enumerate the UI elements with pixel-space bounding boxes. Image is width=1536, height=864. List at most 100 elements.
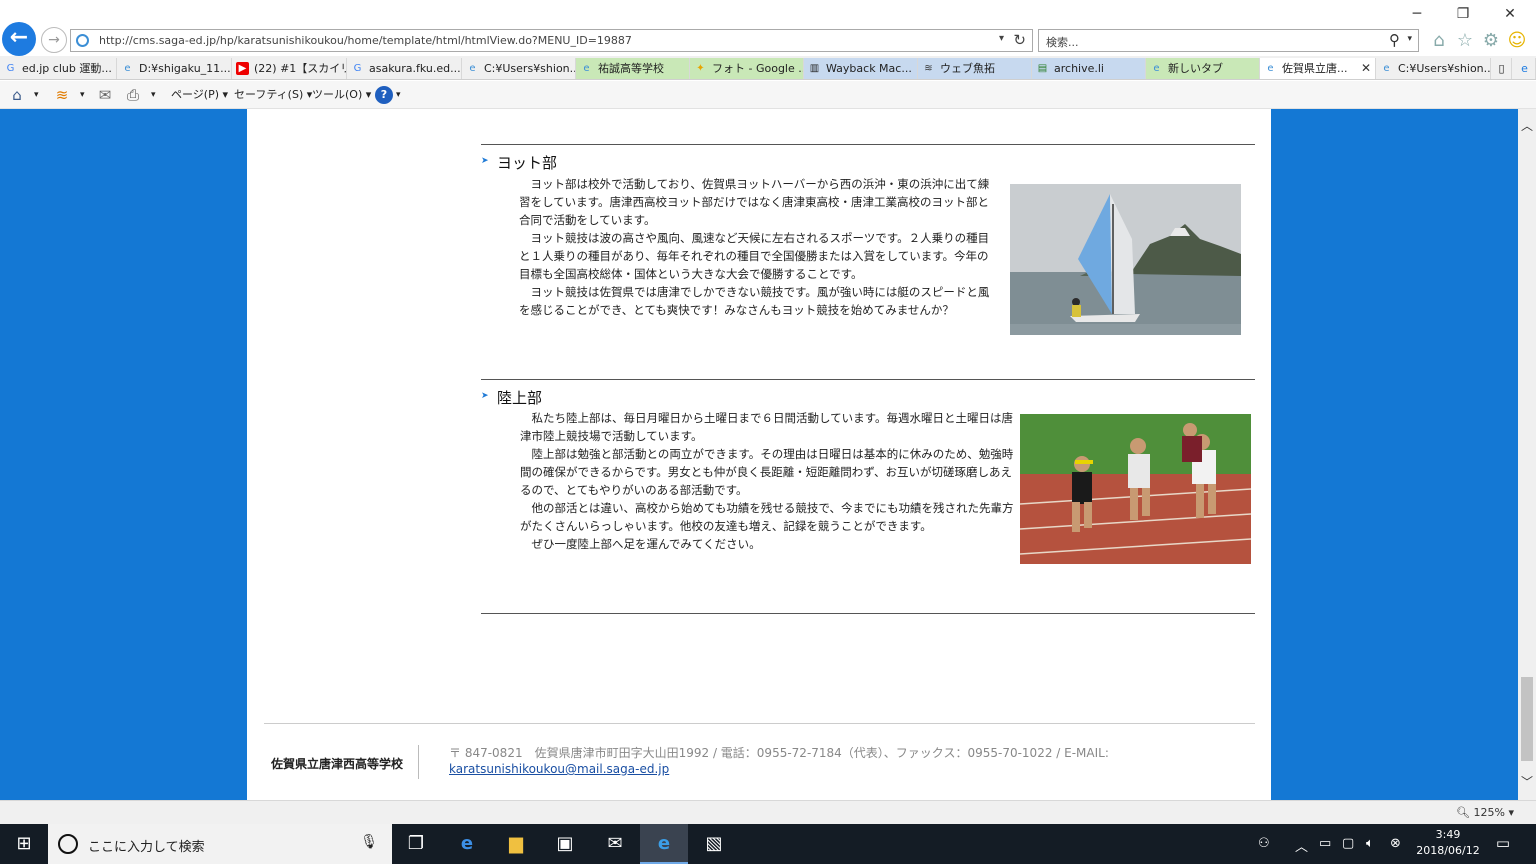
- home-icon[interactable]: ⌂: [7, 86, 27, 104]
- volume-icon[interactable]: 🔈︎: [1366, 836, 1374, 851]
- scroll-down-icon[interactable]: ﹀: [1518, 773, 1536, 791]
- help-dropdown-icon[interactable]: ▾: [396, 86, 401, 104]
- taskbar-search-input[interactable]: ここに入力して検索: [88, 836, 205, 855]
- section-divider: [481, 379, 1255, 380]
- section-title-yacht: ヨット部: [497, 154, 558, 172]
- tab[interactable]: e 祐誠高等学校: [576, 58, 690, 79]
- feed-dropdown-icon[interactable]: ▾: [80, 86, 85, 104]
- taskbar: ⊞ ここに入力して検索 🎙︎ ❐ e ▆ ▣ ✉ e ▧ ⚇ ︿ ▭ ▢ 🔈︎ …: [0, 824, 1536, 864]
- mail-icon[interactable]: ✉: [591, 824, 639, 864]
- edge-icon[interactable]: e: [443, 824, 491, 864]
- tab[interactable]: e 新しいタブ: [1146, 58, 1260, 79]
- ie-icon: e: [1267, 63, 1274, 74]
- action-center-icon[interactable]: ▭: [1492, 834, 1514, 854]
- rss-feed-icon[interactable]: ≋: [52, 86, 72, 104]
- paragraph: 私たち陸上部は、毎日月曜日から土曜日まで６日間活動しています。毎週水曜日と土曜日…: [520, 411, 1013, 443]
- task-view-icon[interactable]: ❐: [392, 824, 440, 864]
- photos-icon[interactable]: ▧: [690, 824, 738, 864]
- paragraph: ぜひ一度陸上部へ足を運んでみてください。: [520, 537, 761, 551]
- favorites-star-icon[interactable]: ☆: [1454, 30, 1476, 52]
- print-icon[interactable]: ⎙: [123, 86, 143, 104]
- yacht-text: ヨット部は校外で活動しており、佐賀県ヨットハーバーから西の浜沖・東の浜沖に出て練…: [519, 175, 991, 319]
- file-explorer-icon[interactable]: ▆: [492, 824, 540, 864]
- paragraph: ヨット競技は波の高さや風向、風速など天候に左右されるスポーツです。２人乗りの種目…: [519, 231, 990, 281]
- zoom-level[interactable]: 🔍︎ 125% ▾: [1456, 806, 1514, 819]
- page-menu[interactable]: ページ(P) ▾: [171, 86, 228, 104]
- footer-divider: [264, 723, 1255, 724]
- page-menu-label: ページ(P): [171, 88, 219, 101]
- home-icon[interactable]: ⌂: [1428, 30, 1450, 52]
- network-icon[interactable]: ▢: [1342, 836, 1354, 851]
- gyotaku-icon: ≋: [924, 63, 933, 74]
- print-dropdown-icon[interactable]: ▾: [151, 86, 156, 104]
- address-bar[interactable]: http://cms.saga-ed.jp/hp/karatsunishikou…: [70, 29, 1033, 52]
- tab[interactable]: Ged.jp club 運動...: [0, 58, 117, 79]
- scroll-thumb[interactable]: [1521, 677, 1533, 761]
- paragraph: 他の部活とは違い、高校から始めても功績を残せる競技で、今までにも功績を残された先…: [520, 501, 1014, 533]
- ime-off-icon[interactable]: ⊗: [1390, 836, 1401, 851]
- close-tab-icon[interactable]: ✕: [1361, 58, 1371, 79]
- tab[interactable]: ≋ ウェブ魚拓: [918, 58, 1032, 79]
- tab[interactable]: ▤ archive.li: [1032, 58, 1146, 79]
- tab-label: C:¥Users¥shion...: [484, 62, 576, 75]
- footer-email-link[interactable]: karatsunishikoukou@mail.saga-ed.jp: [449, 762, 669, 776]
- settings-gear-icon[interactable]: ⚙: [1480, 30, 1502, 52]
- footer-address: 〒 847-0821 佐賀県唐津市町田字大山田1992 / 電話：0955-72…: [449, 746, 1109, 760]
- safety-menu[interactable]: セーフティ(S) ▾: [234, 86, 312, 104]
- microphone-icon[interactable]: 🎙︎: [360, 834, 378, 850]
- restore-button[interactable]: ❐: [1443, 4, 1483, 24]
- ie-icon: e: [1153, 63, 1160, 74]
- tab-label: 祐誠高等学校: [598, 62, 664, 75]
- search-input[interactable]: 検索...: [1046, 34, 1079, 50]
- tab-label: ed.jp club 運動...: [22, 62, 112, 75]
- footer-school-name: 佐賀県立唐津西高等学校: [271, 757, 404, 771]
- help-icon[interactable]: ?: [375, 86, 393, 104]
- vertical-scrollbar[interactable]: ︿ ﹀: [1518, 109, 1536, 800]
- internet-explorer-icon[interactable]: e: [640, 824, 688, 864]
- safety-menu-label: セーフティ(S): [234, 88, 304, 101]
- minimize-button[interactable]: ─: [1397, 4, 1437, 24]
- ie-icon: e: [124, 63, 131, 74]
- search-box[interactable]: 検索... ⚲ ▾: [1038, 29, 1419, 52]
- search-icon[interactable]: ⚲: [1389, 31, 1400, 49]
- tab-strip: Ged.jp club 運動... e D:¥shigaku_11... ▶ (22…: [0, 56, 1536, 80]
- archive-icon: ▤: [1037, 63, 1048, 74]
- tab[interactable]: e C:¥Users¥shion...: [1376, 58, 1491, 79]
- tab[interactable]: ✦ フォト - Google ...: [690, 58, 804, 79]
- tab[interactable]: ▶ (22) #1【スカイリ...: [232, 58, 347, 79]
- battery-icon[interactable]: ▭: [1319, 836, 1331, 851]
- close-window-button[interactable]: ✕: [1490, 4, 1530, 24]
- taskbar-search[interactable]: ここに入力して検索 🎙︎: [48, 824, 392, 864]
- tab-active[interactable]: e 佐賀県立唐... ✕: [1260, 58, 1376, 79]
- url-text[interactable]: http://cms.saga-ed.jp/hp/karatsunishikou…: [99, 34, 632, 47]
- people-icon[interactable]: ⚇: [1258, 836, 1270, 851]
- status-bar: 🔍︎ 125% ▾: [0, 800, 1536, 824]
- wayback-icon: ▥: [809, 63, 820, 74]
- windows-start-icon[interactable]: ⊞: [0, 824, 48, 864]
- cortana-icon: [58, 834, 78, 854]
- search-dropdown-icon[interactable]: ▾: [1407, 34, 1412, 44]
- address-dropdown-icon[interactable]: ▾: [999, 33, 1004, 44]
- bullet-arrow-icon: ➤: [481, 156, 489, 166]
- back-button[interactable]: ←: [2, 22, 36, 56]
- new-tab-button[interactable]: ▯: [1492, 58, 1512, 79]
- google-photos-icon: ✦: [696, 63, 705, 74]
- home-dropdown-icon[interactable]: ▾: [34, 86, 39, 104]
- refresh-icon[interactable]: ↻: [1013, 31, 1026, 49]
- forward-button[interactable]: →: [41, 27, 67, 53]
- feedback-smiley-icon[interactable]: ☺: [1506, 30, 1528, 52]
- tab-list-icon[interactable]: e: [1514, 58, 1536, 79]
- section-divider: [481, 144, 1255, 145]
- read-mail-icon[interactable]: ✉: [95, 86, 115, 104]
- tab[interactable]: e C:¥Users¥shion...: [462, 58, 576, 79]
- store-icon[interactable]: ▣: [541, 824, 589, 864]
- paragraph: ヨット競技は佐賀県では唐津でしかできない競技です。風が強い時には艇のスピードと風…: [519, 285, 990, 317]
- tab[interactable]: e D:¥shigaku_11...: [117, 58, 232, 79]
- tools-menu[interactable]: ツール(O) ▾: [312, 86, 371, 104]
- tab[interactable]: ▥ Wayback Mac...: [804, 58, 918, 79]
- zoom-value: 125%: [1473, 806, 1505, 819]
- show-hidden-icons[interactable]: ︿: [1295, 836, 1308, 855]
- scroll-up-icon[interactable]: ︿: [1518, 117, 1536, 135]
- system-clock[interactable]: 3:49 2018/06/12: [1408, 827, 1488, 859]
- tab[interactable]: Gasakura.fku.ed....: [347, 58, 462, 79]
